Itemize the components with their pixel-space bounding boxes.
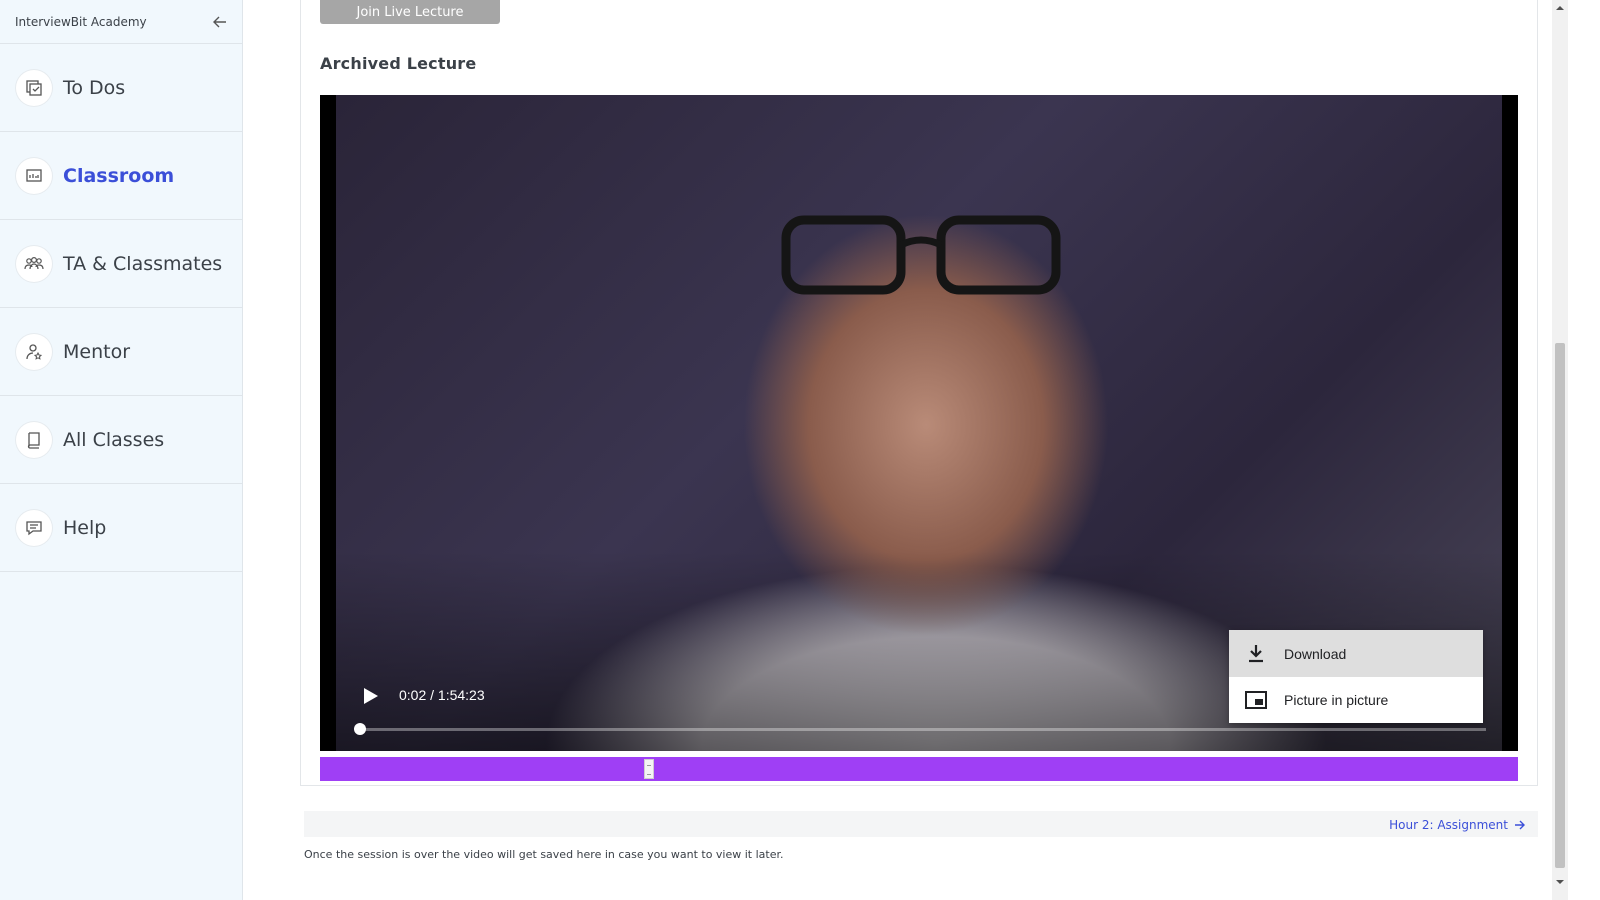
play-icon[interactable] xyxy=(360,686,380,706)
sidebar-item-label: All Classes xyxy=(63,428,165,451)
next-assignment-link[interactable]: Hour 2: Assignment xyxy=(1389,818,1526,832)
book-icon xyxy=(16,421,52,458)
todo-icon xyxy=(16,69,52,106)
people-icon xyxy=(16,245,52,282)
sidebar-item-label: Help xyxy=(63,516,107,539)
sidebar-header: InterviewBit Academy xyxy=(0,0,242,44)
sidebar-item-help[interactable]: Help xyxy=(0,484,242,572)
video-progress-bar[interactable] xyxy=(354,723,1486,735)
sidebar-item-ta-classmates[interactable]: TA & Classmates xyxy=(0,220,242,308)
video-save-note: Once the session is over the video will … xyxy=(304,848,784,861)
sidebar-item-label: Mentor xyxy=(63,340,131,363)
next-link-label: Hour 2: Assignment xyxy=(1389,818,1508,832)
scrollbar-thumb[interactable] xyxy=(1555,343,1565,868)
scroll-up-arrow-icon[interactable] xyxy=(1552,0,1568,16)
help-chat-icon xyxy=(16,509,52,546)
mentor-icon xyxy=(16,333,52,370)
sidebar-item-label: To Dos xyxy=(63,76,126,99)
lecture-footer-bar: Hour 2: Assignment xyxy=(304,811,1538,837)
video-time-display: 0:02 / 1:54:23 xyxy=(399,687,485,703)
resize-handle[interactable] xyxy=(644,759,654,779)
sidebar-item-mentor[interactable]: Mentor xyxy=(0,308,242,396)
section-title: Archived Lecture xyxy=(320,54,477,73)
classroom-icon xyxy=(16,157,52,194)
menu-item-label: Picture in picture xyxy=(1284,692,1389,708)
join-live-lecture-button[interactable]: Join Live Lecture xyxy=(320,0,500,24)
menu-item-download[interactable]: Download xyxy=(1229,630,1483,677)
sidebar-item-label: Classroom xyxy=(63,164,175,187)
menu-item-label: Download xyxy=(1284,645,1347,662)
video-player[interactable]: 0:02 / 1:54:23 Download Picture in pictu… xyxy=(320,95,1518,751)
sidebar-item-label: TA & Classmates xyxy=(63,252,223,275)
sidebar-item-classroom[interactable]: Classroom xyxy=(0,132,242,220)
arrow-right-icon xyxy=(1515,820,1525,830)
sidebar: InterviewBit Academy To Dos Classroom TA… xyxy=(0,0,243,900)
arrow-left-icon[interactable] xyxy=(212,14,228,30)
scroll-down-arrow-icon[interactable] xyxy=(1552,874,1568,890)
video-content-image xyxy=(781,215,1061,295)
sidebar-item-to-dos[interactable]: To Dos xyxy=(0,44,242,132)
video-overflow-menu: Download Picture in picture xyxy=(1229,630,1483,723)
video-resize-bar xyxy=(320,757,1518,781)
sidebar-item-all-classes[interactable]: All Classes xyxy=(0,396,242,484)
brand-name: InterviewBit Academy xyxy=(15,14,147,29)
menu-item-picture-in-picture[interactable]: Picture in picture xyxy=(1229,677,1483,723)
page-scrollbar[interactable] xyxy=(1552,0,1568,900)
download-icon xyxy=(1245,643,1267,665)
picture-in-picture-icon xyxy=(1245,689,1267,711)
window-edge xyxy=(1568,0,1600,900)
